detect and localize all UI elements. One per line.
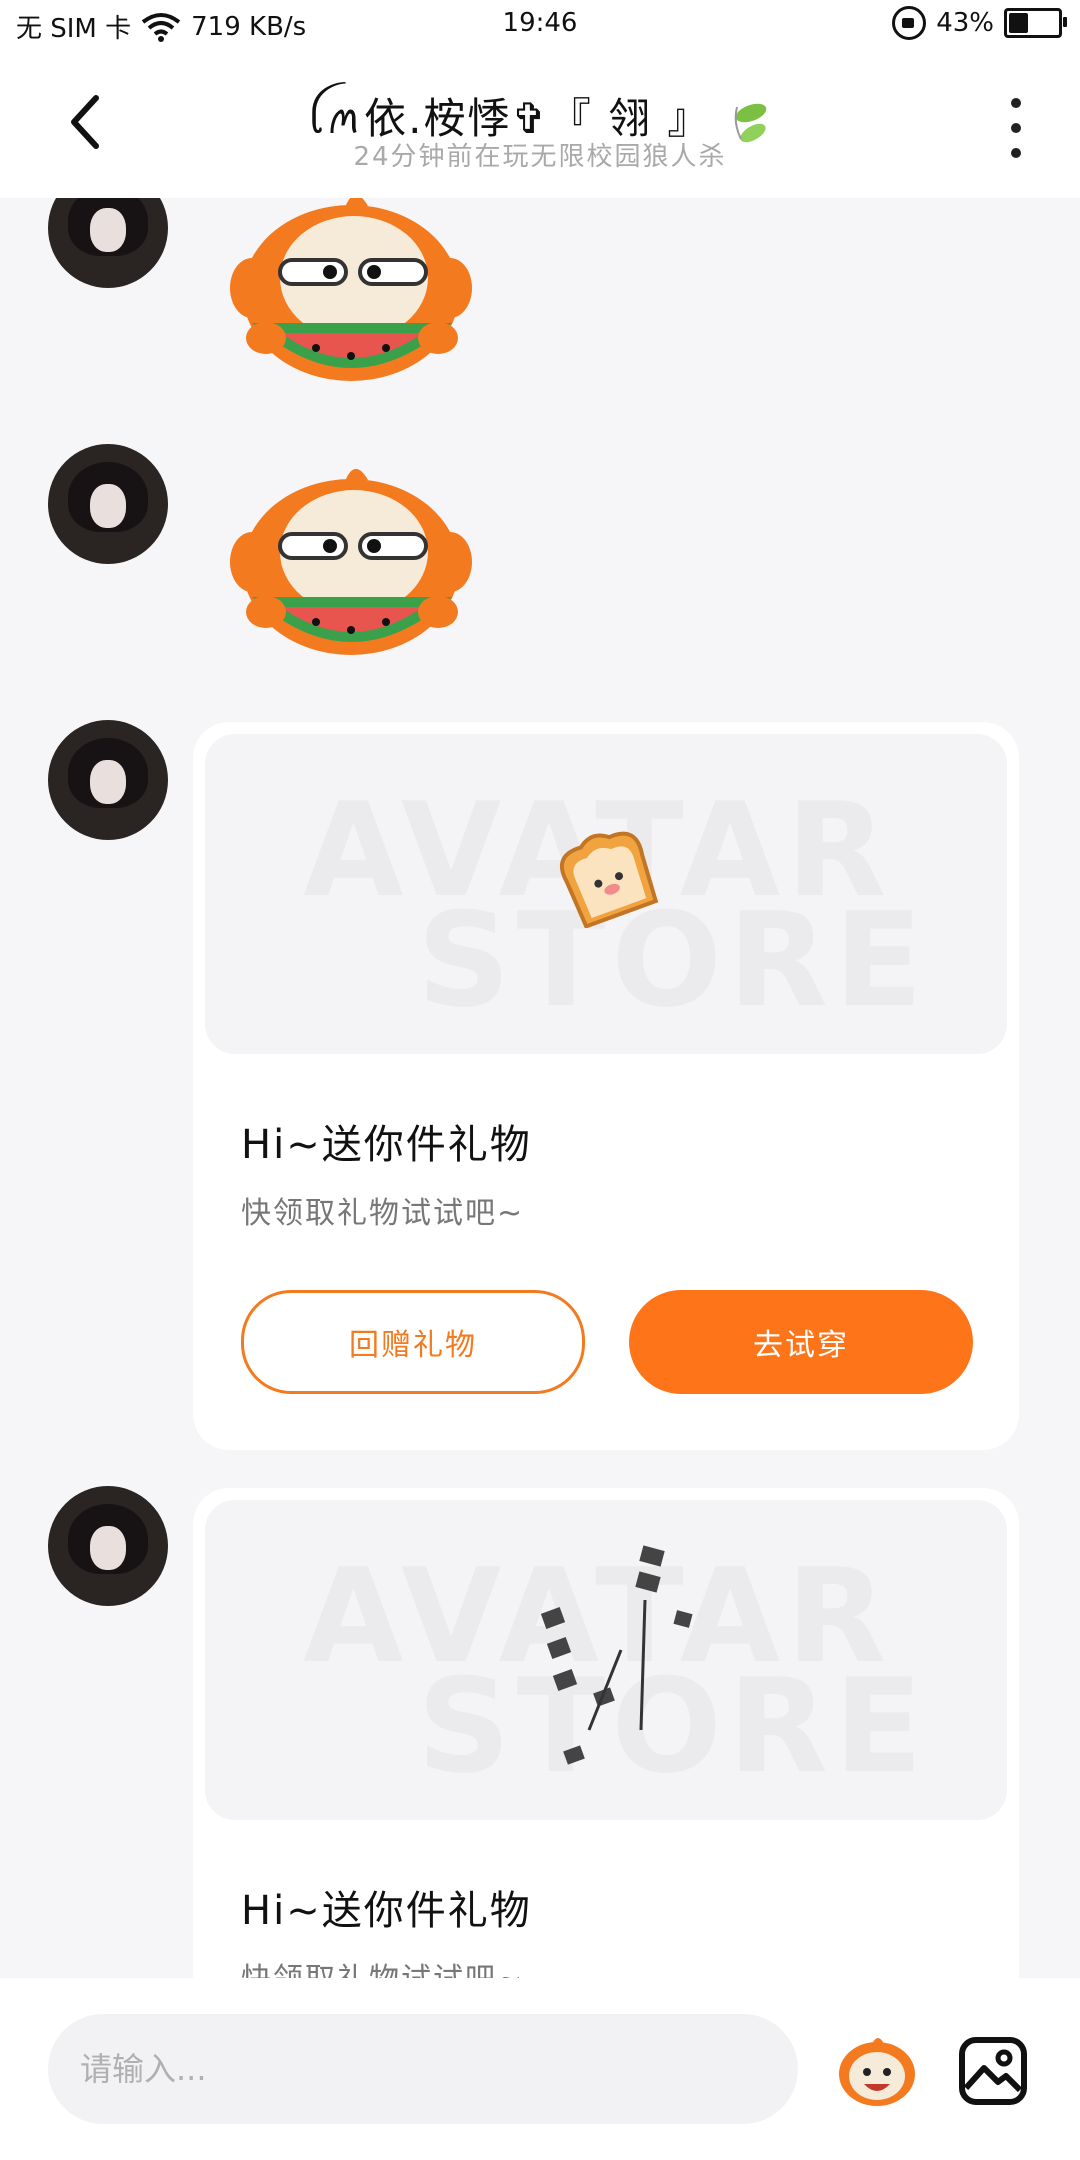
input-bar [0,1978,1080,2160]
gift-preview[interactable]: AVATAR STORE [205,734,1007,1054]
status-bar: 无 SIM 卡 719 KB/s 19:46 43% [0,0,1080,52]
try-on-button[interactable]: 去试穿 [629,1290,973,1394]
avatar[interactable] [48,444,168,564]
battery-percent: 43% [936,8,994,38]
monkey-emoji-icon[interactable] [834,2030,920,2110]
chat-header: ꪶꪔ依.桉悸✞『 翎 』 24分钟前在玩无限校园狼人杀 [0,52,1080,198]
screen-lock-icon [892,6,927,40]
battery-icon [1004,8,1067,38]
gift-title: Hi~送你件礼物 [241,1122,532,1168]
return-gift-button[interactable]: 回赠礼物 [241,1290,585,1394]
contact-status: 24分钟前在玩无限校园狼人杀 [353,142,727,172]
more-vertical-icon [1011,98,1021,108]
more-options-button[interactable] [996,98,1036,158]
hanging-tassel-charm-icon [540,1545,693,1765]
gift-description: 快领取礼物试试吧~ [241,1196,525,1231]
clock: 19:46 [502,8,578,38]
watermark: STORE [417,884,929,1036]
toast-bread-icon [559,831,659,928]
gift-card: AVATAR STORE Hi~送你件礼物 快领取礼物试试吧~ [193,1488,1019,1978]
gift-preview[interactable]: AVATAR STORE [205,1500,1007,1820]
avatar[interactable] [48,1486,168,1606]
melon-eating-monkey-sticker[interactable] [226,462,476,672]
message-input[interactable] [48,2014,798,2124]
message-list[interactable]: AVATAR STORE Hi~送你件礼物 快领取礼物试试吧~ 回赠礼物 去试穿… [0,198,1080,1978]
image-icon[interactable] [958,2036,1028,2106]
avatar[interactable] [48,198,168,288]
avatar[interactable] [48,720,168,840]
gift-title: Hi~送你件礼物 [241,1888,532,1934]
gift-card: AVATAR STORE Hi~送你件礼物 快领取礼物试试吧~ 回赠礼物 去试穿 [193,722,1019,1450]
gift-description: 快领取礼物试试吧~ [241,1954,524,1978]
melon-eating-monkey-sticker[interactable] [226,198,476,398]
